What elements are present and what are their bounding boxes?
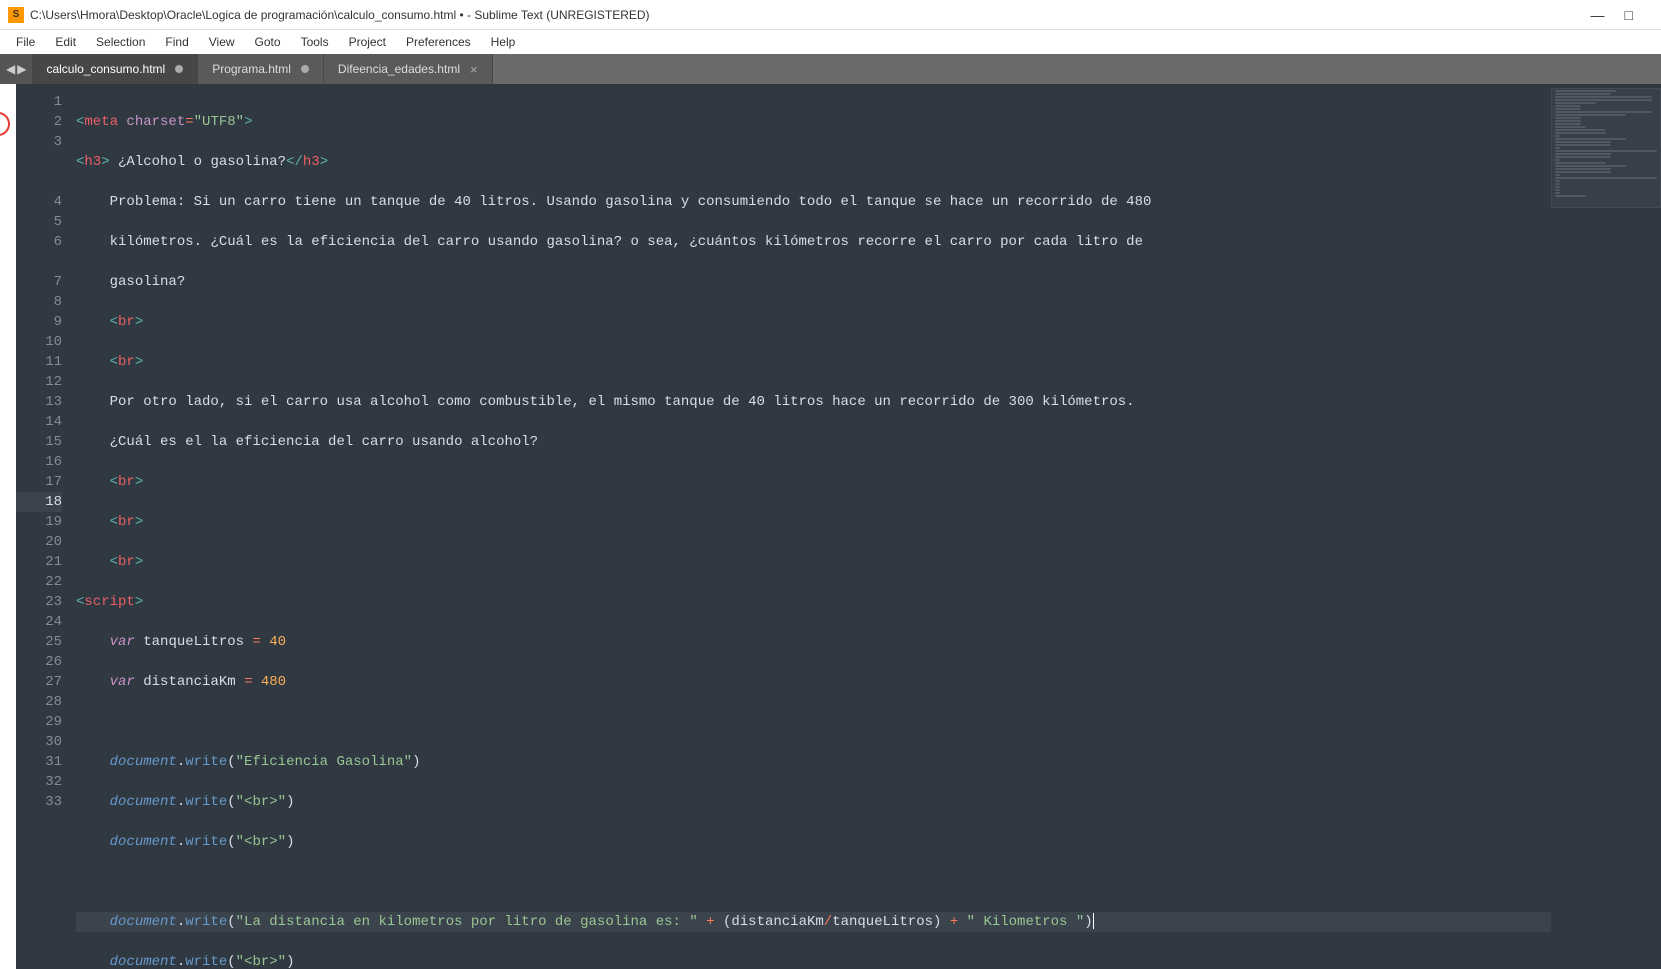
tab-label: Programa.html	[212, 62, 291, 76]
maximize-button[interactable]: □	[1625, 7, 1633, 23]
left-edge-strip	[0, 84, 16, 969]
line-number: 9	[16, 312, 62, 332]
menu-view[interactable]: View	[201, 33, 243, 51]
line-number: 4	[16, 192, 62, 212]
line-number: 33	[16, 792, 62, 812]
main-area: 1234567891011121314151617181920212223242…	[0, 84, 1661, 969]
menu-preferences[interactable]: Preferences	[398, 33, 479, 51]
line-number: 27	[16, 672, 62, 692]
line-number: 17	[16, 472, 62, 492]
window-controls: — □	[1591, 7, 1653, 23]
menu-goto[interactable]: Goto	[247, 33, 289, 51]
tab-nav-arrows: ◀ ▶	[0, 54, 32, 84]
app-icon: S	[8, 7, 24, 23]
tab-bar: ◀ ▶ calculo_consumo.html Programa.html D…	[0, 54, 1661, 84]
line-number: 6	[16, 232, 62, 252]
tab-programa[interactable]: Programa.html	[198, 54, 324, 84]
line-number: 30	[16, 732, 62, 752]
minimap[interactable]	[1551, 84, 1661, 969]
line-number: 14	[16, 412, 62, 432]
line-number: 20	[16, 532, 62, 552]
line-number: 18	[16, 492, 62, 512]
line-number: 23	[16, 592, 62, 612]
external-window-edge-icon	[0, 112, 10, 136]
line-number: 7	[16, 272, 62, 292]
line-number: 22	[16, 572, 62, 592]
line-number: 10	[16, 332, 62, 352]
text-cursor	[1093, 913, 1094, 929]
line-number: 31	[16, 752, 62, 772]
window-title: C:\Users\Hmora\Desktop\Oracle\Logica de …	[30, 8, 1591, 22]
line-number: 1	[16, 92, 62, 112]
code-area[interactable]: <meta charset="UTF8"> <h3> ¿Alcohol o ga…	[72, 84, 1551, 969]
title-bar: S C:\Users\Hmora\Desktop\Oracle\Logica d…	[0, 0, 1661, 30]
nav-back-icon[interactable]: ◀	[6, 62, 15, 76]
line-number: 28	[16, 692, 62, 712]
line-number: 13	[16, 392, 62, 412]
line-number: 8	[16, 292, 62, 312]
line-number: 26	[16, 652, 62, 672]
menu-tools[interactable]: Tools	[293, 33, 337, 51]
menu-edit[interactable]: Edit	[47, 33, 84, 51]
minimize-button[interactable]: —	[1591, 7, 1605, 23]
line-number: 19	[16, 512, 62, 532]
editor[interactable]: 1234567891011121314151617181920212223242…	[16, 84, 1661, 969]
line-number	[16, 152, 62, 172]
line-number: 15	[16, 432, 62, 452]
line-number: 5	[16, 212, 62, 232]
line-number: 3	[16, 132, 62, 152]
tab-label: Difeencia_edades.html	[338, 62, 460, 76]
line-number: 21	[16, 552, 62, 572]
tab-diferencia-edades[interactable]: Difeencia_edades.html ×	[324, 54, 493, 84]
menu-project[interactable]: Project	[341, 33, 394, 51]
line-number: 2	[16, 112, 62, 132]
line-number: 25	[16, 632, 62, 652]
nav-forward-icon[interactable]: ▶	[17, 62, 26, 76]
line-number: 11	[16, 352, 62, 372]
line-number: 29	[16, 712, 62, 732]
tab-calculo-consumo[interactable]: calculo_consumo.html	[32, 54, 198, 84]
menu-selection[interactable]: Selection	[88, 33, 153, 51]
menu-file[interactable]: File	[8, 33, 43, 51]
dirty-indicator-icon	[175, 65, 183, 73]
menu-find[interactable]: Find	[157, 33, 196, 51]
line-number-gutter: 1234567891011121314151617181920212223242…	[16, 84, 72, 969]
line-number: 32	[16, 772, 62, 792]
line-number	[16, 172, 62, 192]
line-number: 24	[16, 612, 62, 632]
dirty-indicator-icon	[301, 65, 309, 73]
close-tab-icon[interactable]: ×	[470, 62, 478, 77]
line-number: 16	[16, 452, 62, 472]
line-number: 12	[16, 372, 62, 392]
line-number	[16, 252, 62, 272]
minimap-viewport[interactable]	[1551, 88, 1661, 208]
tab-label: calculo_consumo.html	[46, 62, 165, 76]
menu-bar: File Edit Selection Find View Goto Tools…	[0, 30, 1661, 54]
menu-help[interactable]: Help	[483, 33, 524, 51]
